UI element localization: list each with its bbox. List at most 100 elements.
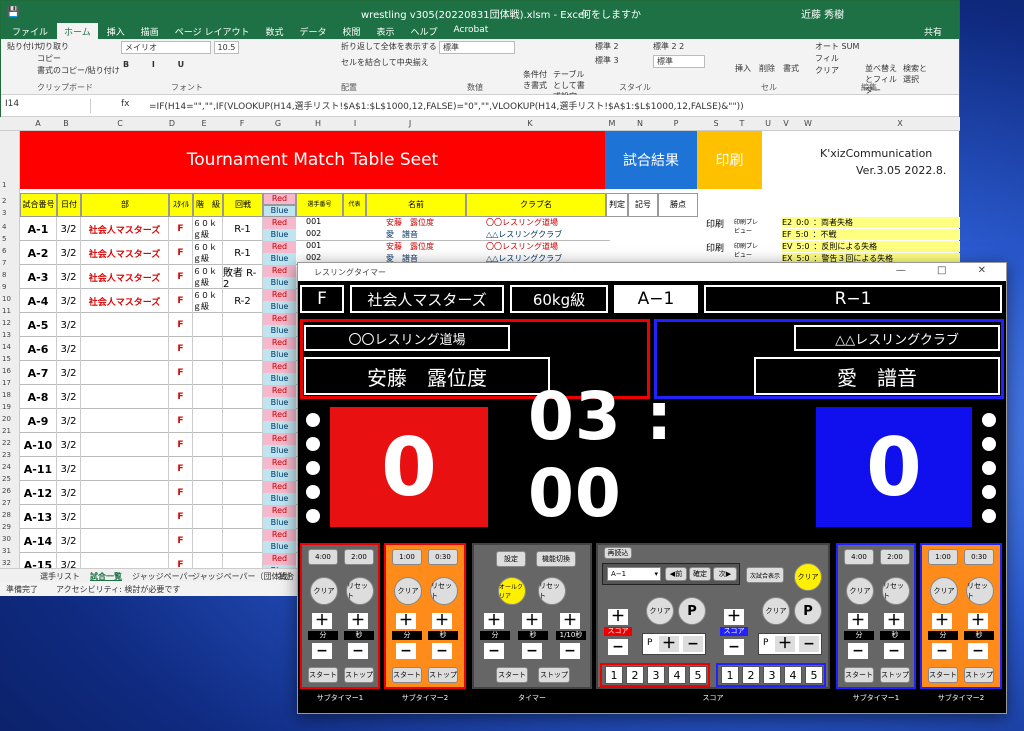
period-4-button[interactable]: 4	[784, 666, 802, 684]
blue-score-minus-button[interactable]: −	[724, 639, 744, 655]
athlete-name[interactable]: 安藤 露位度	[386, 241, 434, 252]
period-5-button[interactable]: 5	[805, 666, 823, 684]
cell-style[interactable]: F	[169, 361, 193, 385]
athlete-club[interactable]: △△レスリングクラブ	[486, 229, 562, 240]
score-clear-button[interactable]: クリア	[794, 563, 822, 591]
period-1-button[interactable]: 1	[605, 666, 623, 684]
delete-cells-button[interactable]: 削除	[759, 63, 775, 74]
stop-button[interactable]: ストップ	[344, 667, 374, 683]
cell-style[interactable]: F	[169, 289, 193, 313]
column-header[interactable]: K	[524, 119, 536, 128]
reset-button[interactable]: リセット	[430, 577, 458, 605]
tab-view[interactable]: 表示	[370, 23, 402, 39]
cell-weight[interactable]	[193, 505, 223, 529]
athlete-no[interactable]: 001	[306, 241, 321, 250]
cell-weight[interactable]	[193, 481, 223, 505]
row-header[interactable]: 26	[2, 487, 11, 495]
second-minus-button[interactable]: −	[884, 643, 904, 659]
row-header[interactable]: 27	[2, 499, 11, 507]
start-button[interactable]: スタート	[392, 667, 422, 683]
all-clear-button[interactable]: オールクリア	[498, 577, 526, 605]
second-minus-button[interactable]: −	[968, 643, 988, 659]
cell-date[interactable]: 3/2	[57, 361, 81, 385]
save-icon[interactable]: 💾	[7, 7, 19, 18]
minute-plus-button[interactable]: ＋	[932, 613, 952, 629]
next-match-button[interactable]: 次 ▶	[713, 567, 737, 581]
tab-home[interactable]: ホーム	[57, 23, 98, 39]
cell-date[interactable]: 3/2	[57, 265, 81, 289]
row-header[interactable]: 15	[2, 355, 11, 363]
red-caution-dot[interactable]	[306, 437, 320, 451]
red-penalty-minus[interactable]: −	[683, 636, 703, 652]
cell-div[interactable]	[81, 313, 169, 337]
tenth-plus-button[interactable]: ＋	[560, 613, 580, 629]
clear-button[interactable]: クリア	[310, 577, 338, 605]
bold-italic-underline[interactable]: B I U	[123, 59, 194, 70]
format-painter-button[interactable]: 書式のコピー/貼り付け	[37, 65, 120, 76]
clear-button[interactable]: クリア	[815, 65, 839, 76]
cell-style[interactable]: F	[169, 529, 193, 553]
cell-date[interactable]: 3/2	[57, 433, 81, 457]
second-plus-button[interactable]: ＋	[522, 613, 542, 629]
athlete-club[interactable]: 〇〇レスリング道場	[486, 217, 558, 228]
cell-round[interactable]	[223, 361, 263, 385]
cell-weight[interactable]	[193, 409, 223, 433]
cell-date[interactable]: 3/2	[57, 481, 81, 505]
cell-round[interactable]	[223, 313, 263, 337]
red-score-minus-button[interactable]: −	[608, 639, 628, 655]
red-penalty-plus[interactable]: ＋	[659, 636, 679, 652]
insert-cells-button[interactable]: 挿入	[735, 63, 751, 74]
cell-id[interactable]: A-2	[20, 241, 57, 265]
cell-date[interactable]: 3/2	[57, 217, 81, 241]
cell-div[interactable]	[81, 505, 169, 529]
column-header[interactable]: N	[634, 119, 646, 128]
second-plus-button[interactable]: ＋	[348, 613, 368, 629]
format-cells-button[interactable]: 書式	[783, 63, 799, 74]
conditional-format-button[interactable]: 条件付き書式	[523, 69, 551, 91]
row-header[interactable]: 5	[2, 235, 6, 243]
minute-plus-button[interactable]: ＋	[312, 613, 332, 629]
confirm-match-button[interactable]: 確定	[689, 567, 711, 581]
cell-id[interactable]: A-11	[20, 457, 57, 481]
clear-button[interactable]: クリア	[394, 577, 422, 605]
stop-button[interactable]: ストップ	[880, 667, 910, 683]
blue-caution-dot[interactable]	[982, 485, 996, 499]
window-controls[interactable]: — □ ✕	[896, 265, 1000, 276]
cell-div[interactable]	[81, 481, 169, 505]
row-print-button-2[interactable]: 印刷	[706, 241, 724, 254]
cell-style[interactable]: F	[169, 313, 193, 337]
tell-me-search[interactable]: 何をしますか	[581, 6, 641, 21]
print-button[interactable]: 印刷	[697, 131, 762, 189]
column-header[interactable]: P	[670, 119, 682, 128]
minute-minus-button[interactable]: −	[484, 643, 504, 659]
reload-button[interactable]: 再読込	[604, 547, 632, 559]
cell-date[interactable]: 3/2	[57, 529, 81, 553]
row-header[interactable]: 32	[2, 559, 11, 567]
cell-weight[interactable]: ６０ｋｇ級	[193, 265, 223, 289]
cell-id[interactable]: A-7	[20, 361, 57, 385]
tenth-minus-button[interactable]: −	[560, 643, 580, 659]
style-4[interactable]: 標準	[653, 55, 705, 68]
column-header[interactable]: A	[32, 119, 44, 128]
column-header[interactable]: V	[780, 119, 792, 128]
period-3-button[interactable]: 3	[647, 666, 665, 684]
athlete-no[interactable]: 001	[306, 217, 321, 226]
row-header[interactable]: 13	[2, 331, 11, 339]
blue-caution-dot[interactable]	[982, 509, 996, 523]
cell-round[interactable]	[223, 505, 263, 529]
cut-button[interactable]: 切り取り	[37, 41, 69, 52]
cell-round[interactable]	[223, 457, 263, 481]
preset-30sec-button[interactable]: 0:30	[964, 549, 994, 565]
cell-date[interactable]: 3/2	[57, 337, 81, 361]
cell-div[interactable]	[81, 529, 169, 553]
preset-30sec-button[interactable]: 0:30	[428, 549, 458, 565]
name-box[interactable]: I14	[5, 99, 91, 113]
column-header[interactable]: T	[736, 119, 748, 128]
row-header[interactable]: 28	[2, 511, 11, 519]
cell-style[interactable]: F	[169, 241, 193, 265]
row-header[interactable]: 1	[2, 181, 6, 189]
column-header[interactable]: F	[236, 119, 248, 128]
cell-round[interactable]	[223, 481, 263, 505]
red-score[interactable]: 0	[330, 407, 488, 527]
start-button[interactable]: スタート	[844, 667, 874, 683]
